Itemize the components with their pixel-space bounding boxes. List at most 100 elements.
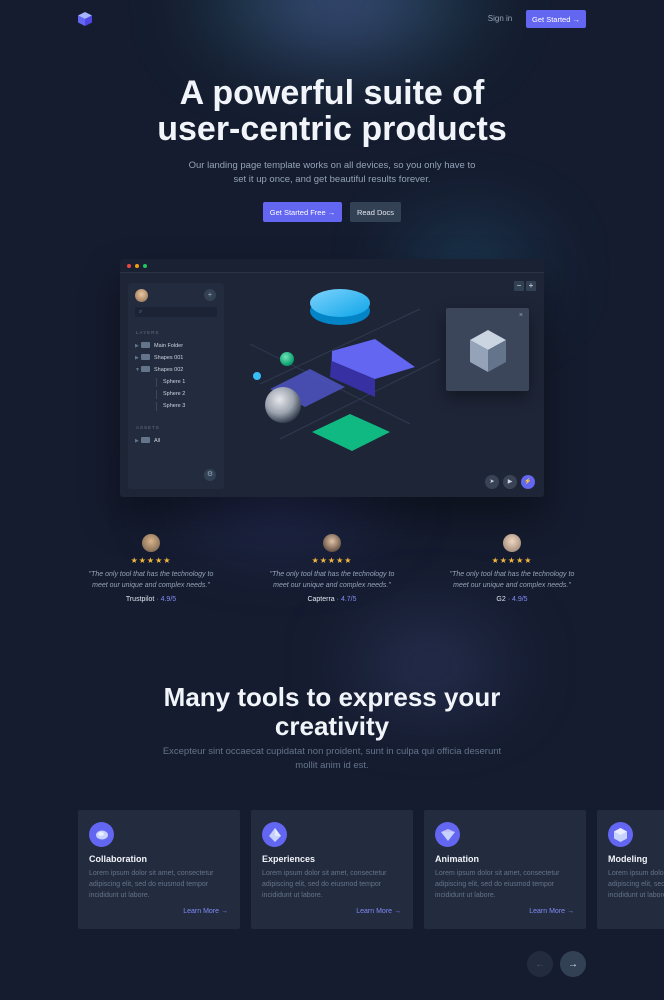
modeling-icon bbox=[608, 822, 633, 847]
layers-section-label: LAYERS bbox=[136, 330, 160, 335]
close-icon[interactable]: × bbox=[519, 312, 523, 319]
green-plane-shape[interactable] bbox=[312, 414, 390, 451]
logo-cube-icon[interactable] bbox=[77, 11, 93, 27]
tree-item-label: Shapes 002 bbox=[154, 367, 184, 373]
tree-item-label: All bbox=[154, 438, 161, 444]
zoom-out-button[interactable]: − bbox=[514, 281, 524, 291]
source-rating: 4.7/5 bbox=[340, 596, 357, 603]
user-avatar[interactable] bbox=[135, 289, 148, 302]
tree-item-sphere-1[interactable]: Sphere 1 bbox=[156, 378, 185, 387]
bolt-icon[interactable]: ⚡ bbox=[521, 475, 535, 489]
search-icon: ⌕ bbox=[139, 309, 143, 315]
close-dot-icon bbox=[127, 264, 131, 268]
testimonial-source: Trustpilot · 4.9/5 bbox=[125, 596, 177, 603]
small-sphere-shape[interactable] bbox=[253, 372, 261, 380]
source-rating: 4.9/5 bbox=[160, 596, 177, 603]
section-title-line1: Many tools to express your bbox=[163, 682, 501, 712]
minimize-dot-icon bbox=[135, 264, 139, 268]
card-text: Lorem ipsum dolor sit amet, consectetur … bbox=[608, 870, 664, 899]
rating-stars-icon: ★★★★★ bbox=[311, 556, 353, 565]
testimonial-source: Capterra · 4.7/5 bbox=[307, 596, 357, 603]
tree-item-sphere-3[interactable]: Sphere 3 bbox=[156, 402, 185, 411]
add-icon[interactable]: + bbox=[204, 289, 216, 301]
cube-preview-icon bbox=[470, 330, 506, 372]
tree-item-main-folder[interactable]: ▶ Main Folder bbox=[135, 342, 183, 351]
site-header: Sign in Get Started → bbox=[0, 0, 664, 38]
get-started-button[interactable]: Get Started → bbox=[526, 10, 586, 28]
testimonial-quote: "The only tool that has the technology t… bbox=[269, 571, 395, 589]
card-title: Animation bbox=[435, 854, 479, 864]
tree-item-shapes-001[interactable]: ▶ Shapes 001 bbox=[135, 354, 183, 363]
object-preview-panel: × bbox=[446, 308, 529, 391]
get-started-free-button[interactable]: Get Started Free → bbox=[263, 202, 342, 222]
source-name: Capterra bbox=[307, 596, 335, 603]
sphere-shape[interactable] bbox=[265, 387, 301, 423]
source-name: Trustpilot bbox=[125, 596, 155, 603]
folder-icon bbox=[141, 354, 150, 360]
card-text: Lorem ipsum dolor sit amet, consectetur … bbox=[435, 870, 560, 899]
gear-icon[interactable]: ⚙ bbox=[204, 469, 216, 481]
folder-icon bbox=[141, 342, 150, 348]
testimonial-source: G2 · 4.9/5 bbox=[496, 596, 528, 603]
hero-title-line1: A powerful suite of bbox=[179, 74, 485, 112]
green-sphere-shape[interactable] bbox=[280, 352, 294, 366]
section-title-line2: creativity bbox=[274, 711, 390, 741]
learn-more-link[interactable]: Learn More → bbox=[356, 908, 401, 915]
section-title: Many tools to express your creativity bbox=[0, 683, 664, 741]
card-title: Modeling bbox=[608, 854, 648, 864]
feature-card-experiences: Experiences Lorem ipsum dolor sit amet, … bbox=[251, 810, 413, 929]
assets-section-label: ASSETS bbox=[136, 425, 160, 430]
rating-stars-icon: ★★★★★ bbox=[491, 556, 533, 565]
testimonial-card: ★★★★★ "The only tool that has the techno… bbox=[262, 534, 402, 603]
cylinder-shape[interactable] bbox=[310, 289, 370, 317]
tree-item-label: Main Folder bbox=[154, 343, 184, 349]
animation-icon bbox=[435, 822, 460, 847]
card-title: Experiences bbox=[262, 854, 316, 864]
tree-item-label: Sphere 1 bbox=[163, 379, 186, 385]
hero-title: A powerful suite of user-centric product… bbox=[0, 75, 664, 147]
tree-item-label: Shapes 001 bbox=[154, 355, 184, 361]
folder-icon bbox=[141, 437, 150, 443]
play-icon[interactable]: ▶ bbox=[503, 475, 517, 489]
layer-search-input[interactable]: ⌕ bbox=[135, 307, 217, 317]
section-subtitle: Excepteur sint occaecat cupidatat non pr… bbox=[162, 746, 502, 771]
tree-item-shapes-002[interactable]: ▼ Shapes 002 bbox=[135, 366, 183, 375]
testimonial-card: ★★★★★ "The only tool that has the techno… bbox=[81, 534, 221, 603]
window-titlebar bbox=[120, 259, 544, 273]
card-title: Collaboration bbox=[89, 854, 147, 864]
source-rating: 4.9/5 bbox=[512, 596, 528, 603]
read-docs-button[interactable]: Read Docs bbox=[350, 202, 401, 222]
learn-more-link[interactable]: Learn More → bbox=[529, 908, 574, 915]
avatar bbox=[503, 534, 521, 552]
tree-item-label: Sphere 2 bbox=[163, 391, 186, 397]
collaboration-icon bbox=[89, 822, 114, 847]
experiences-icon bbox=[262, 822, 287, 847]
rating-stars-icon: ★★★★★ bbox=[130, 556, 172, 565]
testimonial-card: ★★★★★ "The only tool that has the techno… bbox=[442, 534, 582, 603]
feature-card-animation: Animation Lorem ipsum dolor sit amet, co… bbox=[424, 810, 586, 929]
avatar bbox=[323, 534, 341, 552]
testimonial-quote: "The only tool that has the technology t… bbox=[88, 571, 214, 589]
learn-more-link[interactable]: Learn More → bbox=[183, 908, 228, 915]
card-text: Lorem ipsum dolor sit amet, consectetur … bbox=[262, 870, 387, 899]
hero-subtitle: Our landing page template works on all d… bbox=[188, 160, 476, 185]
card-text: Lorem ipsum dolor sit amet, consectetur … bbox=[89, 870, 214, 899]
source-name: G2 bbox=[496, 596, 506, 603]
carousel-next-button[interactable]: → bbox=[560, 951, 586, 977]
tree-item-sphere-2[interactable]: Sphere 2 bbox=[156, 390, 185, 399]
navigate-icon[interactable]: ➤ bbox=[485, 475, 499, 489]
maximize-dot-icon bbox=[143, 264, 147, 268]
tree-item-all[interactable]: ▶ All bbox=[135, 437, 160, 446]
feature-card-modeling: Modeling Lorem ipsum dolor sit amet, con… bbox=[597, 810, 664, 929]
testimonial-quote: "The only tool that has the technology t… bbox=[449, 571, 575, 589]
folder-icon bbox=[141, 366, 150, 372]
app-mockup: + ⌕ LAYERS ▶ Main Folder ▶ Shapes 001 ▼ Sha… bbox=[120, 259, 544, 497]
layers-sidebar: + ⌕ LAYERS ▶ Main Folder ▶ Shapes 001 ▼ Sha… bbox=[128, 283, 224, 489]
avatar bbox=[142, 534, 160, 552]
tree-item-label: Sphere 3 bbox=[163, 403, 186, 409]
hero-title-line2: user-centric products bbox=[157, 110, 507, 148]
3d-scene-canvas[interactable] bbox=[240, 289, 450, 469]
zoom-in-button[interactable]: + bbox=[526, 281, 536, 291]
signin-link[interactable]: Sign in bbox=[480, 14, 520, 23]
carousel-prev-button[interactable]: ← bbox=[527, 951, 553, 977]
